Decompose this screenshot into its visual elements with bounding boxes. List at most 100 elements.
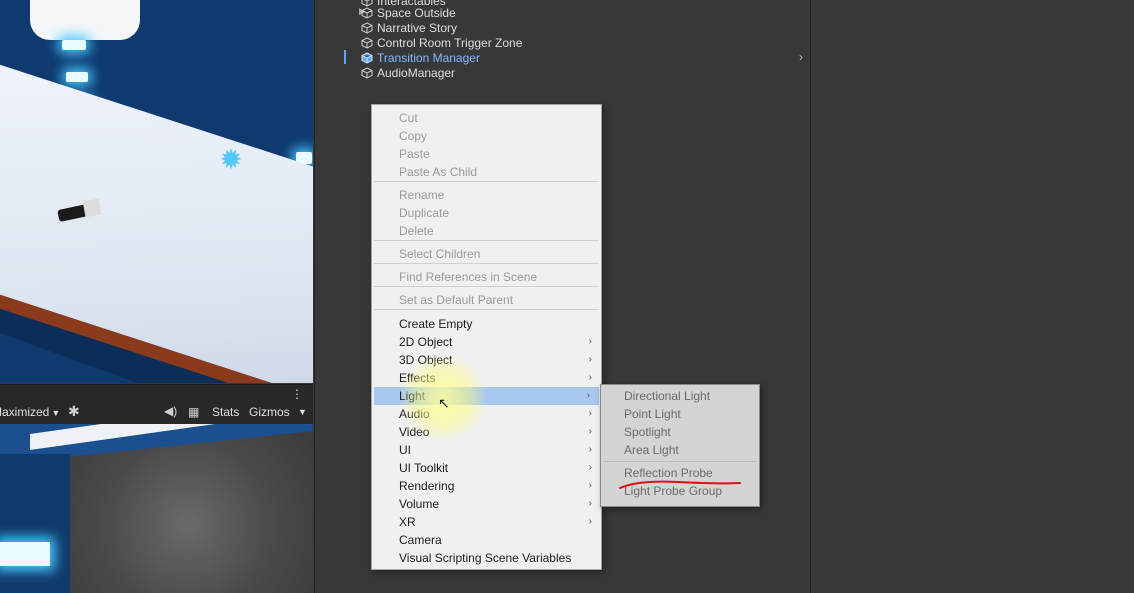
menu-item-label: Select Children (399, 247, 481, 261)
menu-item-label: XR (399, 515, 416, 529)
light-submenu: Directional Light Point Light Spotlight Are… (600, 384, 760, 507)
maximized-dropdown[interactable]: Maximized▼ (0, 405, 60, 419)
hierarchy-row[interactable]: AudioManager (361, 66, 455, 81)
chevron-right-icon: › (588, 444, 592, 455)
menu-item-label: Rendering (399, 479, 455, 493)
hierarchy-row-label: Narrative Story (377, 21, 458, 35)
speaker-icon[interactable]: ◀) (164, 404, 177, 418)
hierarchy-row[interactable]: Control Room Trigger Zone (361, 36, 522, 51)
menu-item-rendering[interactable]: Rendering › (372, 477, 601, 495)
menu-item-label: Set as Default Parent (399, 293, 514, 307)
menu-item-xr[interactable]: XR › (372, 513, 601, 531)
menu-separator (374, 263, 599, 264)
menu-item-set-as-default-parent: Set as Default Parent (372, 291, 601, 309)
more-options-icon[interactable]: ⋮ (291, 387, 303, 401)
scene-view[interactable]: ✹ (0, 0, 313, 383)
menu-item-label: Light (399, 389, 426, 403)
inspector-panel (811, 0, 1134, 593)
menu-item-label: Rename (399, 188, 445, 202)
chevron-right-icon: › (588, 516, 592, 527)
menu-item-label: Video (399, 425, 430, 439)
menu-item-label: Paste (399, 147, 430, 161)
menu-item-ui[interactable]: UI › (372, 441, 601, 459)
menu-separator (603, 461, 757, 462)
menu-item-video[interactable]: Video › (372, 423, 601, 441)
menu-item-label: 2D Object (399, 335, 453, 349)
menu-item-ui-toolkit[interactable]: UI Toolkit › (372, 459, 601, 477)
context-menu: Cut Copy Paste Paste As Child Rename Duplicat… (371, 104, 602, 570)
hierarchy-row[interactable]: Transition Manager (361, 51, 480, 66)
game-view[interactable] (0, 424, 313, 593)
chevron-right-icon: › (588, 462, 592, 473)
submenu-item-light-probe-group[interactable]: Light Probe Group (601, 482, 759, 500)
menu-item-label: UI (399, 443, 411, 457)
grid-icon[interactable]: ▦ (188, 405, 199, 419)
hierarchy-row[interactable]: Space Outside (361, 6, 456, 21)
chevron-right-icon[interactable]: › (799, 50, 803, 64)
menu-item-label: Camera (399, 533, 442, 547)
scene-structure (30, 0, 140, 40)
game-view-toolbar: ⋮ Maximized▼ ✱ ◀) ▦ Stats Gizmos ▼ (0, 384, 313, 425)
chevron-right-icon: › (588, 372, 592, 383)
menu-item-label: Visual Scripting Scene Variables (399, 551, 572, 565)
submenu-item-label: Light Probe Group (624, 484, 723, 498)
submenu-item-directional-light[interactable]: Directional Light (601, 387, 759, 405)
menu-item-find-references-in-scene: Find References in Scene (372, 268, 601, 286)
stats-button[interactable]: Stats (212, 405, 239, 419)
light-bulb-icon[interactable]: ✹ (214, 143, 248, 177)
cube-icon (361, 22, 373, 34)
menu-item-rename: Rename (372, 186, 601, 204)
menu-item-label: UI Toolkit (399, 461, 449, 475)
menu-item-light[interactable]: Light › (374, 387, 599, 405)
cube-icon (361, 52, 373, 64)
menu-item-3d-object[interactable]: 3D Object › (372, 351, 601, 369)
menu-item-visual-scripting-scene-variables[interactable]: Visual Scripting Scene Variables (372, 549, 601, 567)
cube-icon (361, 37, 373, 49)
bug-icon[interactable]: ✱ (68, 403, 80, 420)
menu-item-label: Delete (399, 224, 434, 238)
chevron-down-icon[interactable]: ▼ (298, 407, 307, 417)
menu-item-delete: Delete (372, 222, 601, 240)
menu-separator (374, 286, 599, 287)
menu-item-camera[interactable]: Camera (372, 531, 601, 549)
menu-item-2d-object[interactable]: 2D Object › (372, 333, 601, 351)
menu-item-effects[interactable]: Effects › (372, 369, 601, 387)
chevron-right-icon: › (586, 390, 590, 401)
menu-item-label: Create Empty (399, 317, 473, 331)
menu-item-copy: Copy (372, 127, 601, 145)
menu-item-volume[interactable]: Volume › (372, 495, 601, 513)
menu-item-label: Duplicate (399, 206, 450, 220)
hierarchy-row[interactable]: Narrative Story (361, 21, 457, 36)
game-structure (0, 454, 70, 593)
hierarchy-row-label: Space Outside (377, 6, 456, 20)
menu-item-label: Effects (399, 371, 436, 385)
menu-item-select-children: Select Children (372, 245, 601, 263)
menu-separator (374, 240, 599, 241)
submenu-item-label: Reflection Probe (624, 466, 713, 480)
menu-item-label: Volume (399, 497, 440, 511)
submenu-item-point-light[interactable]: Point Light (601, 405, 759, 423)
chevron-right-icon: › (588, 336, 592, 347)
submenu-item-spotlight[interactable]: Spotlight (601, 423, 759, 441)
game-light-strip (0, 542, 50, 566)
chevron-right-icon: › (588, 498, 592, 509)
chevron-right-icon: › (588, 354, 592, 365)
submenu-item-area-light[interactable]: Area Light (601, 441, 759, 459)
hierarchy-row-label: AudioManager (377, 66, 456, 80)
scene-object-box[interactable] (82, 198, 102, 218)
menu-item-paste-as-child: Paste As Child (372, 163, 601, 181)
submenu-item-reflection-probe[interactable]: Reflection Probe (601, 464, 759, 482)
menu-item-label: Copy (399, 129, 428, 143)
menu-item-label: Cut (399, 111, 418, 125)
menu-item-audio[interactable]: Audio › (372, 405, 601, 423)
menu-item-paste: Paste (372, 145, 601, 163)
chevron-right-icon: › (588, 426, 592, 437)
cube-icon (361, 67, 373, 79)
menu-separator (374, 309, 599, 310)
menu-item-create-empty[interactable]: Create Empty (372, 315, 601, 333)
menu-item-label: Audio (399, 407, 430, 421)
submenu-item-label: Spotlight (624, 425, 671, 439)
gizmos-button[interactable]: Gizmos (249, 405, 290, 419)
submenu-item-label: Directional Light (624, 389, 711, 403)
menu-item-label: Paste As Child (399, 165, 478, 179)
